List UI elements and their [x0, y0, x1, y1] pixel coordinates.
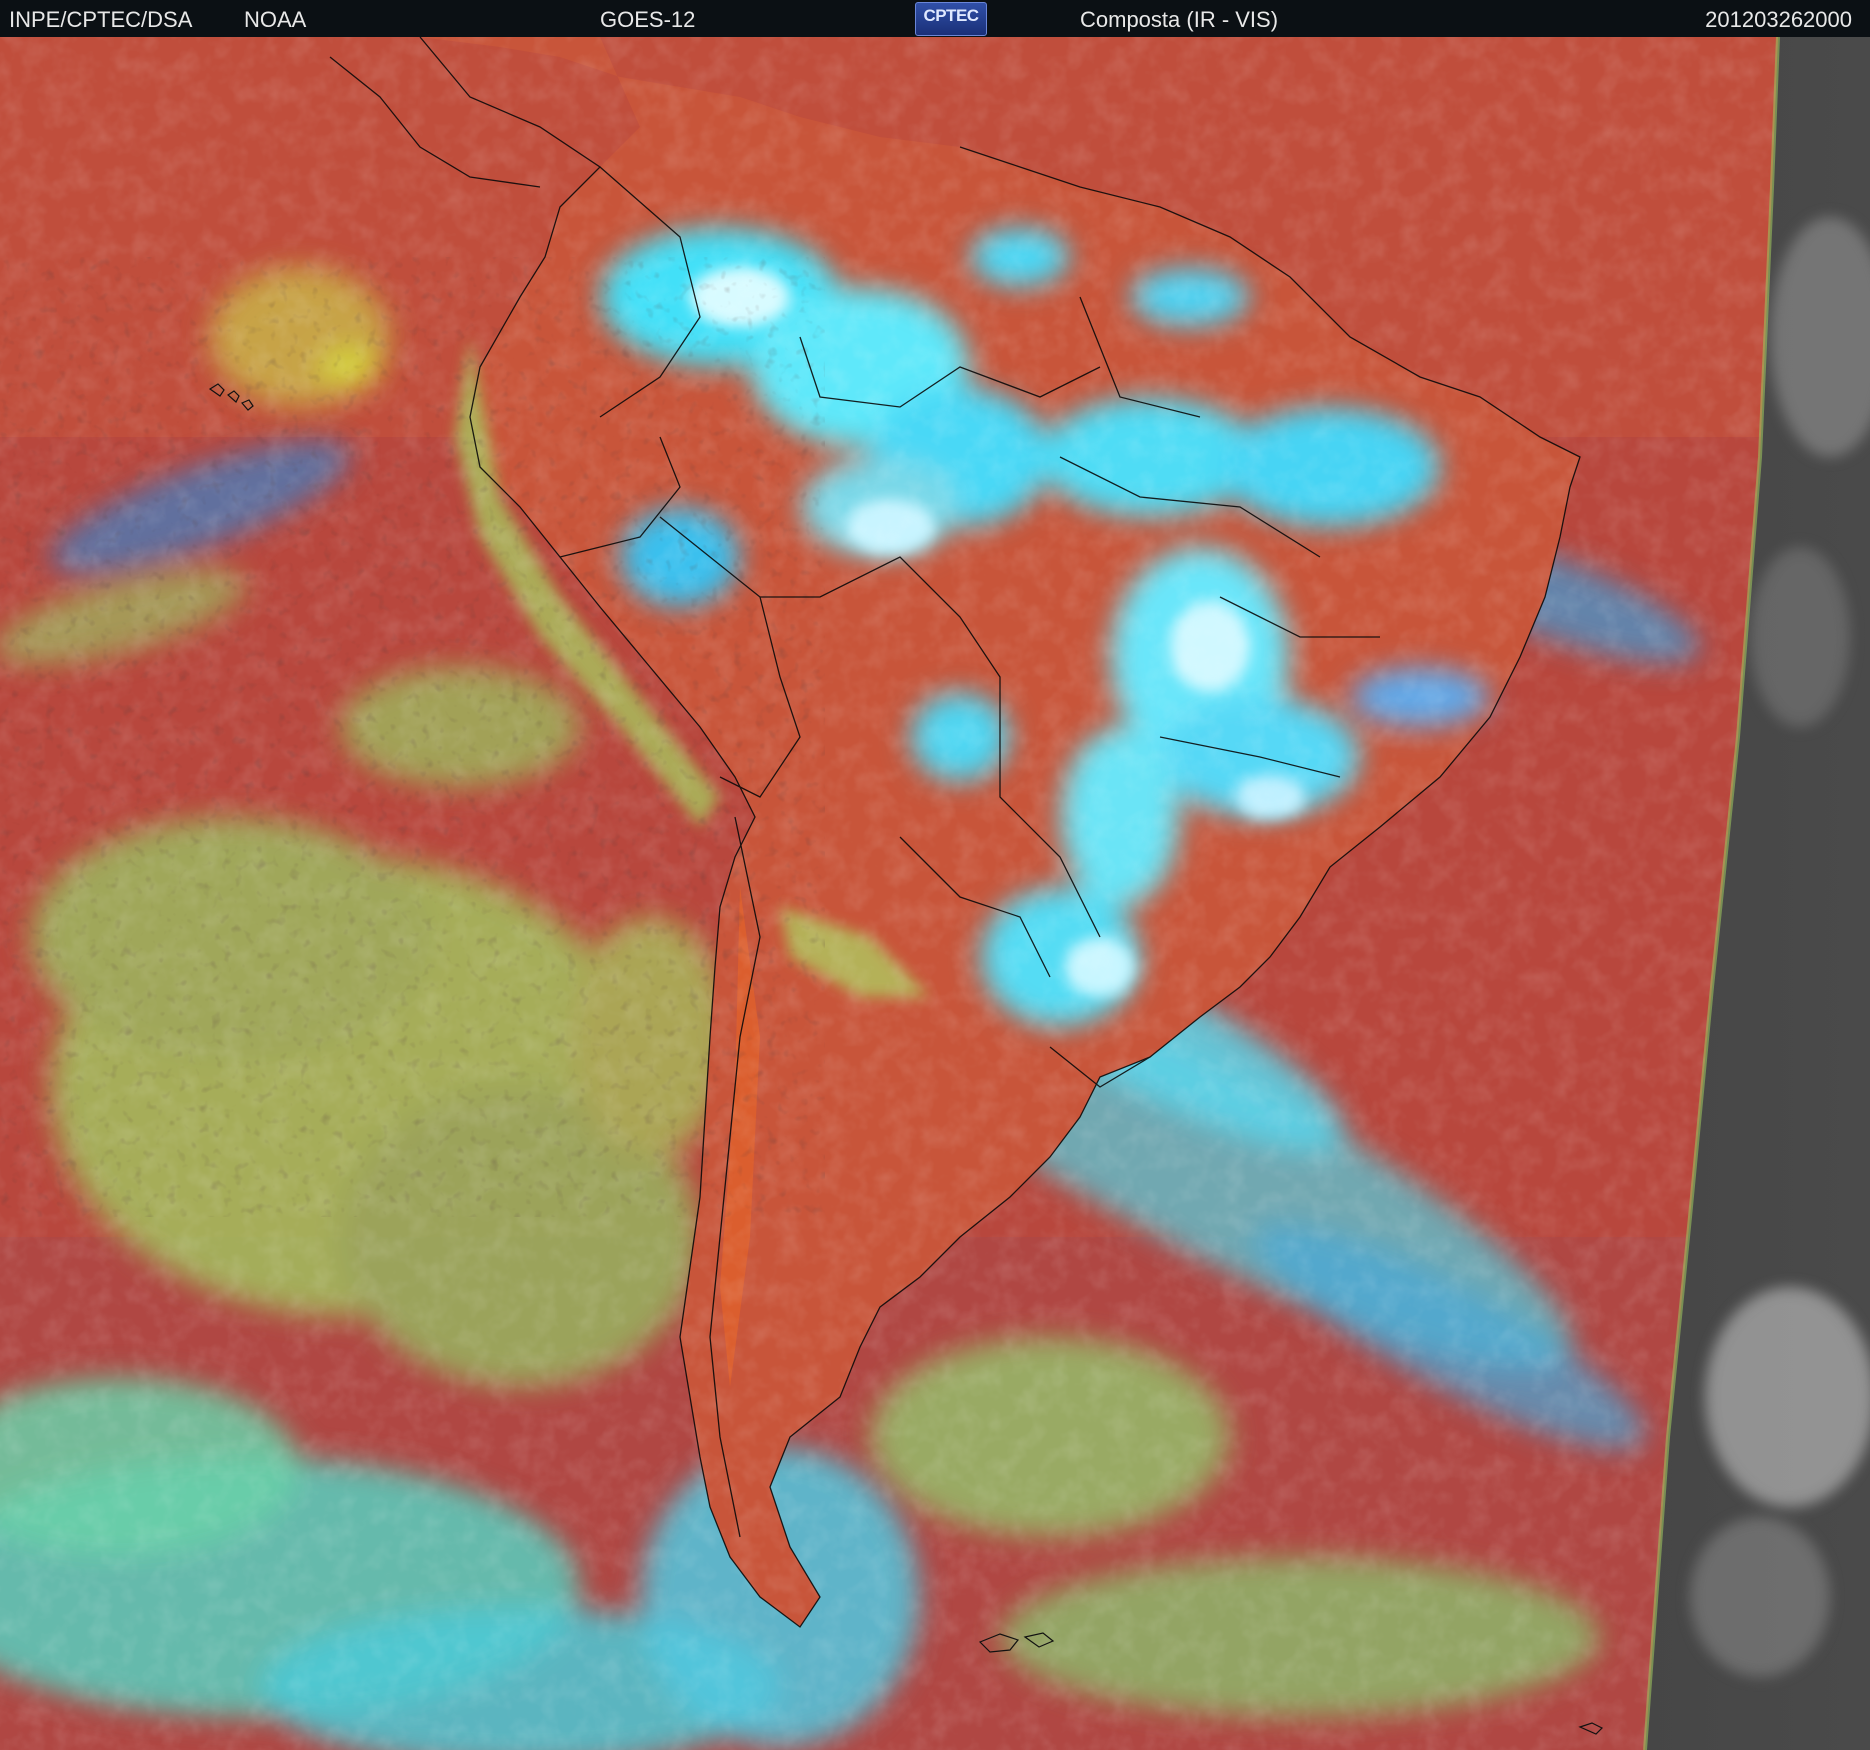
source-label: INPE/CPTEC/DSA [9, 7, 193, 32]
agency-label: NOAA [244, 7, 307, 32]
earth-disk [0, 37, 1778, 1750]
cptec-logo: CPTEC [915, 2, 987, 36]
satellite-label: GOES-12 [600, 7, 696, 32]
satellite-composite-image [0, 37, 1870, 1750]
image-header-bar: INPE/CPTEC/DSA NOAA GOES-12 CPTEC Compos… [0, 0, 1870, 37]
timestamp-label: 201203262000 [1705, 7, 1852, 32]
product-label: Composta (IR - VIS) [1080, 7, 1279, 32]
logo-text: CPTEC [923, 6, 979, 25]
satellite-image-viewer: INPE/CPTEC/DSA NOAA GOES-12 CPTEC Compos… [0, 0, 1870, 1750]
